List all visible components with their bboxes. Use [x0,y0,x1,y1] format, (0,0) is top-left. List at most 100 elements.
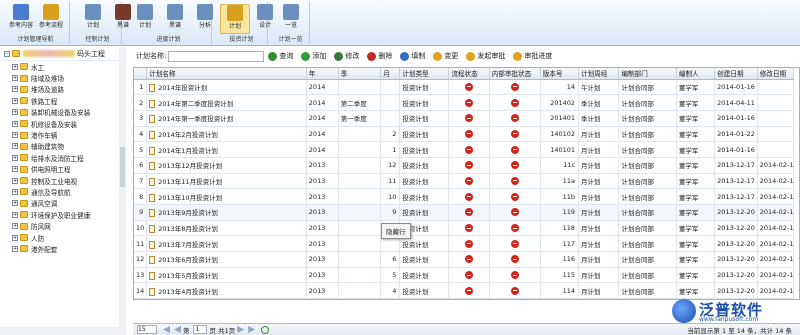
expand-icon[interactable]: + [12,132,18,139]
column-header[interactable]: 计划名称 [146,68,307,80]
ribbon-button[interactable]: 参考内容 [6,4,36,34]
expand-icon[interactable]: + [12,97,18,104]
ribbon-button[interactable]: 参考流程 [36,4,66,34]
table-row[interactable]: 10 2013年8月投资计划 2013 投资计划 118 月计划 计划合同部 董学军 2013-… [134,220,795,237]
table-row[interactable]: 13 2013年5月投资计划 2013 5 投资计划 115 月计划 计划合同部 董学军 2013… [134,267,795,284]
folder-icon [20,199,28,207]
page-input[interactable]: 1 [192,325,207,334]
column-header[interactable]: 流程状态 [448,68,490,80]
column-header[interactable]: 内部审批状态 [489,68,541,80]
change-button[interactable]: 变更 [433,51,458,61]
table-cell: 投资计划 [399,188,450,205]
table-row[interactable]: 8 2013年10月投资计划 2013 10 投资计划 11b 月计划 计划合同部 董学军 201… [134,188,795,205]
expand-icon[interactable]: + [12,245,18,252]
expand-icon[interactable]: + [12,154,18,161]
table-row[interactable]: 4 2014年2月投资计划 2014 2 投资计划 140102 月计划 计划合同部 董学军 20… [134,126,795,143]
tree-node[interactable]: + 港外配套 [0,243,125,254]
column-header[interactable]: 计划周经 [578,68,620,80]
tree-node[interactable]: + 供电照明工程 [0,164,125,175]
expand-icon[interactable]: + [12,63,18,70]
tree-node-label: 环境保护及职业健康 [31,211,91,220]
ribbon-button[interactable]: 计划 [78,4,108,34]
page-size-select[interactable]: 15 [137,325,157,334]
table-cell [338,188,382,205]
column-header[interactable]: 月 [380,68,401,80]
column-header[interactable]: 季 [338,68,382,80]
table-row[interactable]: 7 2013年11月投资计划 2013 11 投资计划 11a 月计划 计划合同部 董学军 201… [134,173,795,190]
progress-button[interactable]: 审批进度 [513,51,552,61]
prev-page-icon[interactable] [174,326,181,333]
add-button[interactable]: 添加 [301,51,326,61]
table-row[interactable]: 6 2013年12月投资计划 2013 12 投资计划 11c 月计划 计划合同部 董学军 201… [134,157,795,174]
tree-node[interactable]: + 装卸机械设备及安装 [0,107,125,118]
fill-button[interactable]: 填制 [400,51,425,61]
tree-node[interactable]: + 人防 [0,232,125,243]
tree-node[interactable]: + 辅助建筑物 [0,141,125,152]
tree-node[interactable]: + 环境保护及职业健康 [0,209,125,220]
column-header[interactable]: 创建日期 [714,68,758,80]
table-row[interactable]: 3 2014年第一季度投资计划 2014 第一季度 投资计划 201401 季计划 计划合同部… [134,110,795,127]
delete-button[interactable]: 删除 [367,51,392,61]
expand-icon[interactable]: + [12,75,18,82]
flow-status-cell [448,141,490,158]
table-row[interactable]: 1 2014年投资计划 2014 投资计划 14 午计划 计划合同部 董学军 2014-01-1… [134,79,795,96]
tree-horizontal-scrollbar[interactable] [0,327,126,335]
expand-icon[interactable]: + [12,166,18,173]
table-row[interactable]: 9 2013年9月投资计划 2013 9 投资计划 119 月计划 计划合同部 董学军 2013-… [134,204,795,221]
table-row[interactable]: 5 2014年1月投资计划 2014 1 投资计划 140101 月计划 计划合同部 董学军 20… [134,141,795,158]
table-cell: 计划合同部 [618,267,677,284]
column-header[interactable]: 编制部门 [618,68,677,80]
approve-button[interactable]: 发起审批 [466,51,505,61]
column-header[interactable]: 计划类型 [399,68,450,80]
tree-node[interactable]: + 机修设备及安装 [0,118,125,129]
flow-status-cell [448,267,490,284]
ribbon-button[interactable]: 计划 [130,4,160,34]
column-header[interactable]: 版本号 [540,68,580,80]
column-header[interactable]: 编制人 [676,68,716,80]
ribbon-button[interactable]: 计划 [220,4,250,34]
search-input[interactable] [168,50,265,62]
expand-icon[interactable]: + [12,109,18,116]
search-button[interactable]: 查询 [268,51,293,61]
collapse-icon[interactable]: − [4,50,10,57]
expand-icon[interactable]: + [12,211,18,218]
column-header[interactable] [134,68,148,80]
tree-node[interactable]: + 港作车辆 [0,129,125,140]
first-page-icon[interactable] [163,326,170,333]
next-page-icon[interactable] [237,326,245,333]
expand-icon[interactable]: + [12,223,18,230]
table-cell: 11 [134,235,148,253]
document-icon [149,146,156,155]
folder-icon [20,211,28,219]
tree-node[interactable]: + 防风网 [0,220,125,231]
tree-node[interactable]: + 通信及导航航 [0,186,125,197]
edit-button[interactable]: 修改 [334,51,359,61]
expand-icon[interactable]: + [12,234,18,241]
table-row[interactable]: 11 2013年7月投资计划 2013 投资计划 117 月计划 计划合同部 董学军 2013-… [134,235,795,253]
table-row[interactable]: 12 2013年6月投资计划 2013 6 投资计划 116 月计划 计划合同部 董学军 2013… [134,251,795,268]
tree-root[interactable]: − 码头工程 [0,47,125,61]
last-page-icon[interactable] [248,326,256,333]
tree-node[interactable]: + 控制及工业电视 [0,175,125,186]
refresh-icon[interactable] [261,325,270,334]
table-row[interactable]: 2 2014年第二季度投资计划 2014 第二季度 投资计划 201402 季计划 计划合同部… [134,94,795,111]
expand-icon[interactable]: + [12,177,18,184]
expand-icon[interactable]: + [12,86,18,93]
ribbon-button[interactable]: 黑谱 [160,4,190,34]
column-header[interactable]: 修改日期 [757,68,795,80]
expand-icon[interactable]: + [12,143,18,150]
tree-vertical-scrollbar[interactable] [119,47,126,327]
ribbon-button[interactable]: 一览 [276,4,306,34]
expand-icon[interactable]: + [12,120,18,127]
tree-node[interactable]: + 水工 [0,61,125,72]
expand-icon[interactable]: + [12,188,18,195]
tree-node[interactable]: + 堆场及道路 [0,84,125,95]
table-cell: 董学军 [676,157,716,174]
tree-node[interactable]: + 陆域及堆场 [0,72,125,83]
tree-node[interactable]: + 通风空调 [0,198,125,209]
expand-icon[interactable]: + [12,200,18,207]
table-cell: 118 [540,220,580,237]
column-header[interactable]: 年 [306,68,339,80]
tree-node[interactable]: + 铁路工程 [0,95,125,106]
tree-node[interactable]: + 给排水及消防工程 [0,152,125,163]
